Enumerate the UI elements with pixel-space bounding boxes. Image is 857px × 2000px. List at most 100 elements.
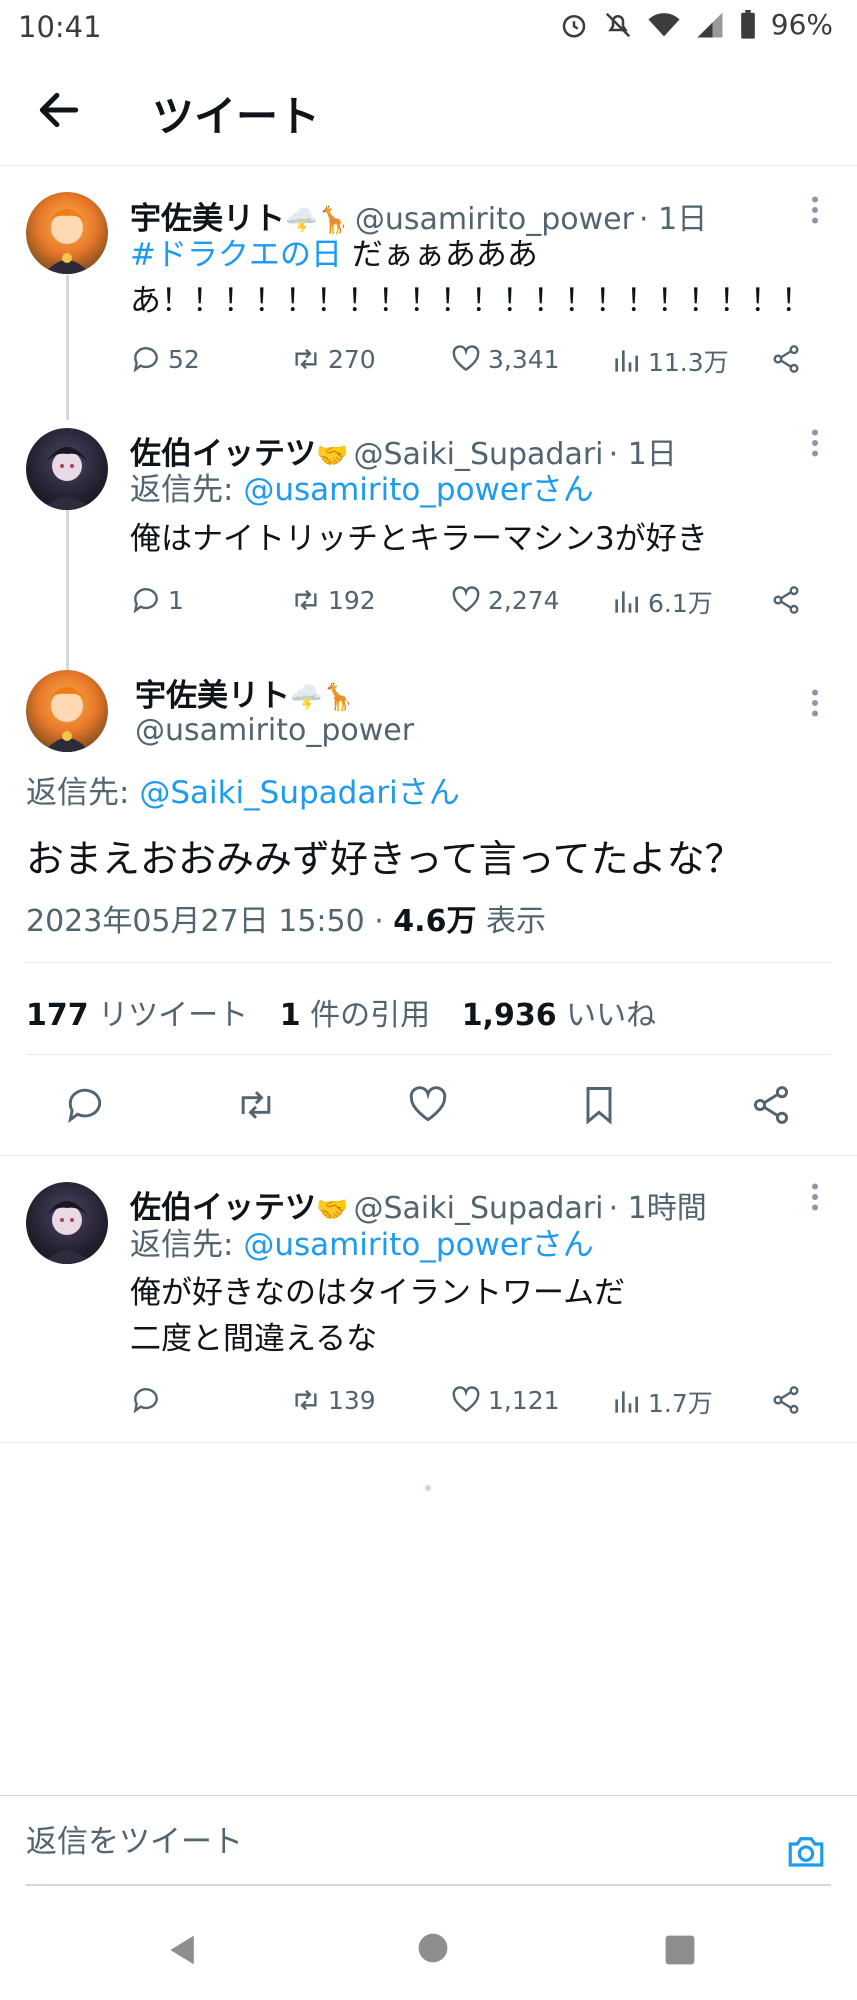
system-nav-bar	[0, 1900, 857, 2000]
reply-to-link[interactable]: @usamirito_powerさん	[243, 472, 593, 508]
heart-icon[interactable]	[406, 1083, 450, 1127]
share-button[interactable]	[770, 1384, 802, 1416]
retweet-icon	[295, 1389, 317, 1411]
like-button[interactable]: 3,341	[450, 343, 560, 375]
views-count: 6.1万	[648, 589, 713, 618]
views-chart-icon	[615, 1391, 638, 1413]
like-count: 2,274	[488, 585, 560, 615]
nav-recents-icon[interactable]	[664, 1934, 696, 1966]
avatar-illustration	[44, 687, 90, 752]
avatar-illustration	[42, 447, 92, 510]
heart-icon	[452, 345, 480, 372]
thread-line	[66, 510, 69, 670]
timestamp: · 1日	[608, 437, 677, 472]
reply-button[interactable]: 1	[130, 584, 184, 616]
nav-back-icon[interactable]	[165, 1932, 201, 1968]
views-count[interactable]: 4.6万	[393, 904, 476, 939]
divider	[26, 1054, 831, 1055]
like-button[interactable]: 2,274	[450, 584, 560, 616]
share-button[interactable]	[770, 584, 802, 616]
retweet-icon[interactable]	[234, 1083, 278, 1127]
username[interactable]: @usamirito_power	[135, 713, 414, 748]
back-arrow-icon[interactable]	[34, 85, 84, 135]
username[interactable]: @Saiki_Supadari	[353, 1191, 603, 1226]
retweet-stat[interactable]: 177 リツイート	[26, 998, 248, 1033]
status-time: 10:41	[18, 10, 102, 44]
reply-icon[interactable]	[63, 1083, 107, 1127]
tweet-text-line2: あ！！！！！！！！！！！！！！！！！！！！！	[130, 283, 812, 319]
main-tweet-text: おまえおおみみず好きって言ってたよな？	[26, 837, 743, 881]
avatar-illustration	[44, 209, 90, 274]
like-stat[interactable]: 1,936 いいね	[462, 998, 656, 1033]
heart-icon	[452, 1386, 480, 1413]
share-button[interactable]	[770, 343, 802, 375]
divider	[0, 1442, 857, 1443]
reply-button[interactable]: 52	[130, 343, 200, 375]
reply-input[interactable]: 返信をツイート	[26, 1816, 243, 1861]
share-icon[interactable]	[749, 1083, 793, 1127]
hashtag-link[interactable]: #ドラクエの日	[130, 237, 342, 273]
retweet-button[interactable]: 192	[290, 584, 376, 616]
tweet-header: 佐伯イッテツ🤝 @Saiki_Supadari · 1時間	[130, 1182, 707, 1227]
views-count: 1.7万	[648, 1389, 713, 1418]
avatar[interactable]	[26, 1182, 108, 1264]
like-button[interactable]: 1,121	[450, 1384, 560, 1416]
tweet-meta: 2023年05月27日 15:50 · 4.6万 表示	[26, 904, 546, 939]
share-icon	[773, 345, 799, 373]
avatar-illustration	[42, 1201, 92, 1264]
reply-input-underline	[26, 1884, 831, 1886]
tweet-actions: 139 1,121 1.7万	[130, 1384, 810, 1424]
reply-button[interactable]	[130, 1384, 168, 1416]
tweet-text-line2: 二度と間違えるな	[130, 1321, 378, 1357]
retweet-count: 139	[328, 1385, 376, 1415]
battery-percent: 96%	[770, 8, 833, 41]
engagement-stats: 177 リツイート 1 件の引用 1,936 いいね	[26, 990, 656, 1034]
status-bar: 10:41 96%	[0, 0, 857, 55]
heart-icon	[452, 586, 480, 613]
divider	[26, 962, 831, 963]
bookmark-icon[interactable]	[577, 1083, 621, 1127]
retweet-icon	[295, 589, 317, 611]
retweet-button[interactable]: 270	[290, 343, 376, 375]
quote-stat[interactable]: 1 件の引用	[280, 998, 430, 1033]
top-bar: ツイート	[0, 55, 857, 166]
share-icon	[773, 586, 799, 614]
tweet-text: 俺が好きなのはタイラントワームだ	[130, 1275, 626, 1311]
more-options-icon[interactable]	[810, 195, 820, 225]
divider	[0, 1155, 857, 1156]
avatar[interactable]	[26, 192, 108, 274]
share-icon	[773, 1386, 799, 1414]
battery-icon	[740, 9, 755, 39]
views-button[interactable]: 1.7万	[610, 1384, 713, 1420]
reply-context: 返信先: @usamirito_powerさん	[130, 1227, 594, 1263]
loading-indicator	[425, 1485, 431, 1491]
tweet-text: 俺はナイトリッチとキラーマシン3が好き	[130, 521, 708, 557]
avatar[interactable]	[26, 428, 108, 510]
thread-line	[66, 275, 69, 420]
views-button[interactable]: 11.3万	[610, 343, 729, 379]
retweet-icon	[295, 348, 317, 370]
reply-icon	[133, 588, 158, 614]
tweet-text: #ドラクエの日 だぁぁあああ	[130, 237, 538, 273]
main-tweet-name-row: 宇佐美リト🌩️🦒	[135, 670, 355, 715]
views-button[interactable]: 6.1万	[610, 584, 713, 620]
reply-context: 返信先: @usamirito_powerさん	[130, 472, 594, 508]
retweet-button[interactable]: 139	[290, 1384, 376, 1416]
display-name[interactable]: 宇佐美リト	[135, 678, 290, 714]
reply-icon	[133, 1388, 158, 1414]
nav-home-icon[interactable]	[417, 1932, 449, 1964]
reply-to-link[interactable]: @usamirito_powerさん	[243, 1227, 593, 1263]
views-count: 11.3万	[648, 348, 729, 377]
avatar[interactable]	[26, 670, 108, 752]
more-options-icon[interactable]	[810, 688, 820, 718]
display-name[interactable]: 佐伯イッテツ	[130, 1190, 316, 1226]
timestamp: · 1日	[639, 202, 708, 237]
more-options-icon[interactable]	[810, 428, 820, 458]
mute-icon	[605, 12, 630, 37]
like-count: 1,121	[488, 1385, 560, 1415]
reply-count: 1	[168, 585, 184, 615]
reply-to-link[interactable]: @Saiki_Supadariさん	[139, 775, 459, 811]
tweet-actions: 1 192 2,274 6.1万	[130, 584, 810, 624]
camera-icon[interactable]	[785, 1830, 827, 1872]
more-options-icon[interactable]	[810, 1182, 820, 1212]
